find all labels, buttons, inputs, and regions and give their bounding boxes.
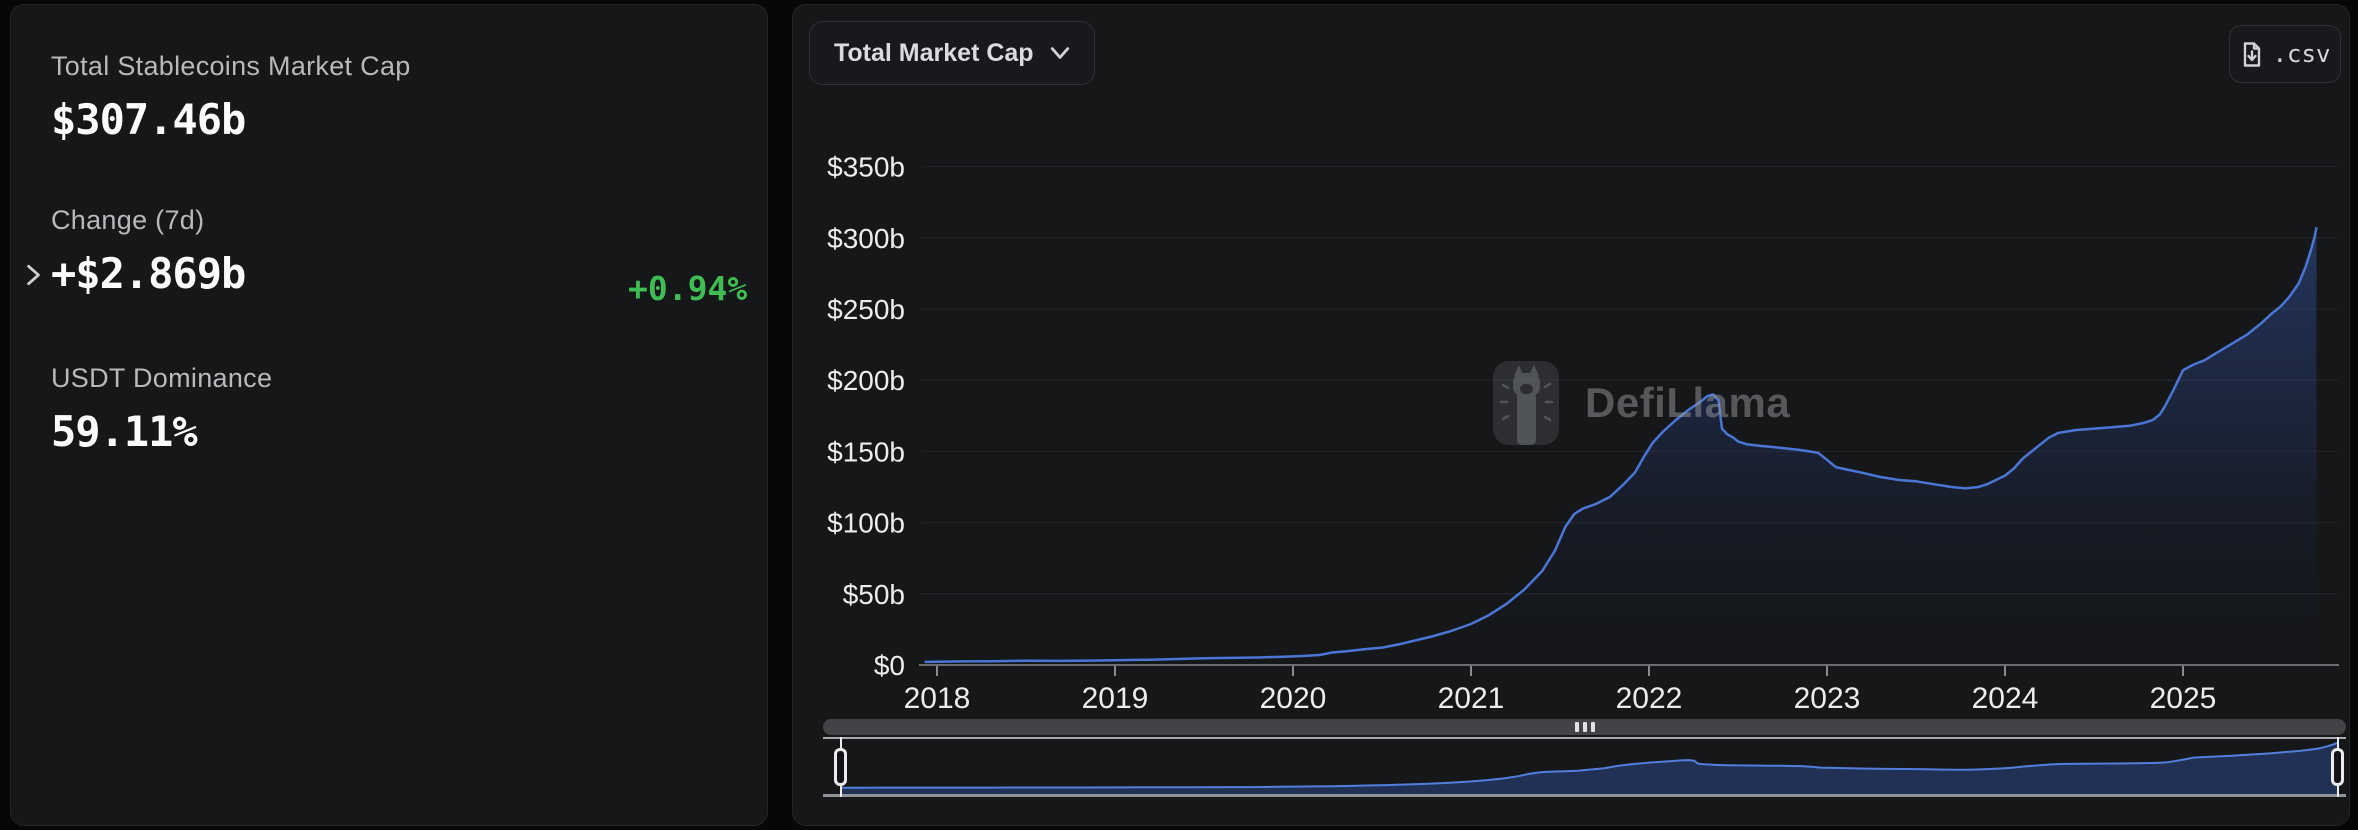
chart-panel: Total Market Cap .csv bbox=[792, 4, 2350, 826]
svg-text:$350b: $350b bbox=[827, 152, 905, 183]
svg-text:$100b: $100b bbox=[827, 508, 905, 539]
stat-change-7d: Change (7d) +$2.869b +0.94% bbox=[51, 205, 245, 298]
svg-text:2023: 2023 bbox=[1794, 682, 1861, 715]
svg-text:2024: 2024 bbox=[1972, 682, 2039, 715]
svg-text:$0: $0 bbox=[874, 650, 905, 681]
svg-text:$50b: $50b bbox=[843, 579, 905, 610]
navigator-right-handle[interactable] bbox=[2331, 748, 2344, 786]
stat-label: Change (7d) bbox=[51, 205, 245, 236]
stats-panel: Total Stablecoins Market Cap $307.46b Ch… bbox=[10, 4, 768, 826]
svg-text:$200b: $200b bbox=[827, 365, 905, 396]
stat-value: +$2.869b bbox=[51, 249, 245, 298]
navigator-mini-chart bbox=[823, 739, 2346, 794]
svg-text:2018: 2018 bbox=[904, 682, 971, 715]
stat-value: 59.11% bbox=[51, 407, 272, 456]
stablecoins-dashboard: Total Stablecoins Market Cap $307.46b Ch… bbox=[0, 0, 2358, 830]
navigator-left-handle[interactable] bbox=[834, 748, 847, 786]
svg-text:$300b: $300b bbox=[827, 223, 905, 254]
expand-chevron-icon[interactable] bbox=[22, 263, 44, 287]
stat-label: USDT Dominance bbox=[51, 363, 272, 394]
svg-text:2019: 2019 bbox=[1082, 682, 1149, 715]
stat-total-market-cap: Total Stablecoins Market Cap $307.46b bbox=[51, 51, 411, 144]
svg-text:$250b: $250b bbox=[827, 294, 905, 325]
chart-scrollbar[interactable] bbox=[823, 719, 2346, 735]
stat-value: $307.46b bbox=[51, 95, 411, 144]
stablecoins-market-cap-chart[interactable]: $0 $50b $100b $150b $200b $250b $300b $350b 2018… bbox=[793, 5, 2350, 826]
svg-text:2020: 2020 bbox=[1260, 682, 1327, 715]
svg-text:2025: 2025 bbox=[2150, 682, 2217, 715]
svg-text:$150b: $150b bbox=[827, 436, 905, 467]
stat-label: Total Stablecoins Market Cap bbox=[51, 51, 411, 82]
change-percent-badge: +0.94% bbox=[628, 269, 747, 308]
stat-usdt-dominance: USDT Dominance 59.11% bbox=[51, 363, 272, 456]
chart-range-navigator[interactable] bbox=[823, 737, 2346, 797]
svg-text:2022: 2022 bbox=[1616, 682, 1683, 715]
scrollbar-grip-icon[interactable] bbox=[1575, 722, 1595, 732]
chart-area-fill bbox=[925, 227, 2317, 665]
svg-text:2021: 2021 bbox=[1438, 682, 1505, 715]
